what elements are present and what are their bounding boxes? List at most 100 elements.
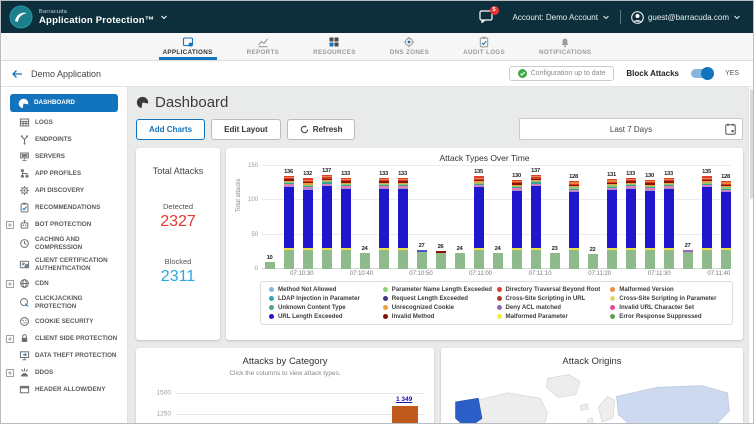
sidebar-item-data-theft-protection[interactable]: DATA THEFT PROTECTION xyxy=(1,347,127,364)
sidebar-item-label: DASHBOARD xyxy=(34,99,114,107)
blocked-label: Blocked xyxy=(165,257,192,266)
sidebar-item-header-allow-deny[interactable]: HEADER ALLOW/DENY xyxy=(1,381,127,398)
configuration-status-chip[interactable]: Configuration up to date xyxy=(509,66,615,81)
tab-notifications[interactable]: NOTIFICATIONS xyxy=(535,33,595,60)
expand-plus-icon[interactable] xyxy=(6,369,14,377)
sidebar-item-api-discovery[interactable]: API DISCOVERY xyxy=(1,182,127,199)
tab-reports[interactable]: REPORTS xyxy=(243,33,284,60)
sidebar-item-ddos[interactable]: DDOS xyxy=(1,364,127,381)
bar-column[interactable]: 22 xyxy=(587,166,598,269)
back-arrow-icon[interactable] xyxy=(11,69,23,79)
bar-column[interactable]: 128 xyxy=(568,166,579,269)
tab-applications[interactable]: APPLICATIONS xyxy=(159,33,217,60)
bar-value-label: 24 xyxy=(457,246,463,252)
sidebar-item-endpoints[interactable]: ENDPOINTS xyxy=(1,131,127,148)
expand-plus-icon[interactable] xyxy=(6,335,14,343)
bar-column[interactable]: 133 xyxy=(397,166,408,269)
legend-item: URL Length Exceeded xyxy=(269,313,383,320)
account-selector[interactable]: Account: Demo Account xyxy=(513,13,610,22)
sidebar-item-cdn[interactable]: CDN xyxy=(1,275,127,292)
main-scrollbar-thumb[interactable] xyxy=(750,89,753,199)
sidebar-item-servers[interactable]: SERVERS xyxy=(1,148,127,165)
bar-column[interactable]: 24 xyxy=(359,166,370,269)
date-range-select[interactable]: Last 7 Days xyxy=(519,118,743,140)
detected-label: Detected xyxy=(163,202,193,211)
edit-layout-button[interactable]: Edit Layout xyxy=(211,119,281,140)
bar-column[interactable]: 135 xyxy=(701,166,712,269)
brand-chevron-down-icon[interactable] xyxy=(160,13,168,21)
expand-plus-icon[interactable] xyxy=(6,221,14,229)
endpoints-icon xyxy=(19,134,30,145)
user-email: guest@barracuda.com xyxy=(648,13,729,22)
tab-label: DNS ZONES xyxy=(390,49,429,56)
sidebar-item-logs[interactable]: LOGS xyxy=(1,114,127,131)
sidebar-item-client-certification-authentication[interactable]: CLIENT CERTIFICATION AUTHENTICATION xyxy=(1,254,127,275)
bar-column[interactable]: 136 xyxy=(283,166,294,269)
sidebar-item-bot-protection[interactable]: BOT PROTECTION xyxy=(1,216,127,233)
bar-column[interactable]: 27 xyxy=(416,166,427,269)
bar-column[interactable]: 132 xyxy=(302,166,313,269)
bar-column[interactable]: 128 xyxy=(720,166,731,269)
bar-column[interactable]: 26 xyxy=(435,166,446,269)
category-bar-value-link[interactable]: 1 349 xyxy=(396,396,412,403)
attacks-by-category-subtitle: Click the columns to view attack types. xyxy=(146,370,424,377)
sidebar-item-dashboard[interactable]: DASHBOARD xyxy=(10,94,118,112)
x-tick-label: 07:10:30 xyxy=(290,271,313,277)
sidebar-item-recommendations[interactable]: RECOMMENDATIONS xyxy=(1,199,127,216)
legend-item: LDAP Injection in Parameter xyxy=(269,295,383,302)
block-attacks-toggle[interactable] xyxy=(691,69,713,78)
dashboard-pie-icon xyxy=(136,96,149,109)
sidebar-item-label: SERVERS xyxy=(35,153,123,161)
brand-name-large: Application Protection™ xyxy=(39,15,154,26)
legend-label: Cross-Site Scripting in Parameter xyxy=(619,295,716,302)
application-subheader: Demo Application Configuration up to dat… xyxy=(1,61,753,87)
tab-resources[interactable]: RESOURCES xyxy=(309,33,360,60)
bar-column[interactable]: 137 xyxy=(321,166,332,269)
bar-column[interactable]: 24 xyxy=(454,166,465,269)
expand-plus-icon[interactable] xyxy=(6,280,14,288)
bar-column[interactable]: 130 xyxy=(511,166,522,269)
sidebar-item-clickjacking-protection[interactable]: CLICKJACKING PROTECTION xyxy=(1,292,127,313)
bar-column[interactable]: 133 xyxy=(625,166,636,269)
sidebar-item-caching-and-compression[interactable]: CACHING AND COMPRESSION xyxy=(1,233,127,254)
add-charts-button[interactable]: Add Charts xyxy=(136,119,205,140)
region-russia[interactable] xyxy=(617,386,730,423)
refresh-button[interactable]: Refresh xyxy=(287,119,356,140)
messages-icon[interactable]: 5 xyxy=(479,10,493,25)
region-alaska-usa[interactable] xyxy=(456,398,482,423)
y-tick-label: 0 xyxy=(255,266,258,272)
sidebar-item-app-profiles[interactable]: APP PROFILES xyxy=(1,165,127,182)
bar-column[interactable]: 24 xyxy=(492,166,503,269)
world-map[interactable] xyxy=(451,371,733,423)
x-tick-label: 07:10:40 xyxy=(350,271,373,277)
attack-types-legend: Method Not AllowedLDAP Injection in Para… xyxy=(260,281,733,325)
main-scrollbar[interactable] xyxy=(748,87,753,423)
sidebar-item-client-side-protection[interactable]: CLIENT SIDE PROTECTION xyxy=(1,330,127,347)
bar-column[interactable]: 23 xyxy=(549,166,560,269)
category-bar[interactable] xyxy=(392,406,418,423)
bar-column[interactable]: 133 xyxy=(340,166,351,269)
legend-label: Malformed Parameter xyxy=(506,313,568,320)
y-axis-label: Total attacks xyxy=(236,178,242,211)
user-menu[interactable]: guest@barracuda.com xyxy=(631,11,741,24)
bar-column[interactable]: 133 xyxy=(663,166,674,269)
bar-value-label: 136 xyxy=(284,169,293,175)
sidebar-item-label: CLIENT SIDE PROTECTION xyxy=(35,335,123,343)
tab-dns-zones[interactable]: DNS ZONES xyxy=(386,33,433,60)
bar-column[interactable]: 130 xyxy=(644,166,655,269)
bar-column[interactable]: 131 xyxy=(606,166,617,269)
legend-color-dot xyxy=(269,314,274,319)
brand[interactable]: Barracuda Application Protection™ xyxy=(9,5,168,29)
resources-icon xyxy=(328,36,340,48)
tab-label: AUDIT LOGS xyxy=(463,49,505,56)
sidebar-item-cookie-security[interactable]: COOKIE SECURITY xyxy=(1,313,127,330)
bar-column[interactable]: 135 xyxy=(473,166,484,269)
reports-icon xyxy=(257,36,269,48)
bar-column[interactable]: 10 xyxy=(264,166,275,269)
tab-audit-logs[interactable]: AUDIT LOGS xyxy=(459,33,509,60)
attack-bars: 1013613213713324133133272624135241301372… xyxy=(264,166,731,269)
bar-column[interactable]: 133 xyxy=(378,166,389,269)
bar-column[interactable]: 27 xyxy=(682,166,693,269)
servers-icon xyxy=(19,151,30,162)
bar-column[interactable]: 137 xyxy=(530,166,541,269)
